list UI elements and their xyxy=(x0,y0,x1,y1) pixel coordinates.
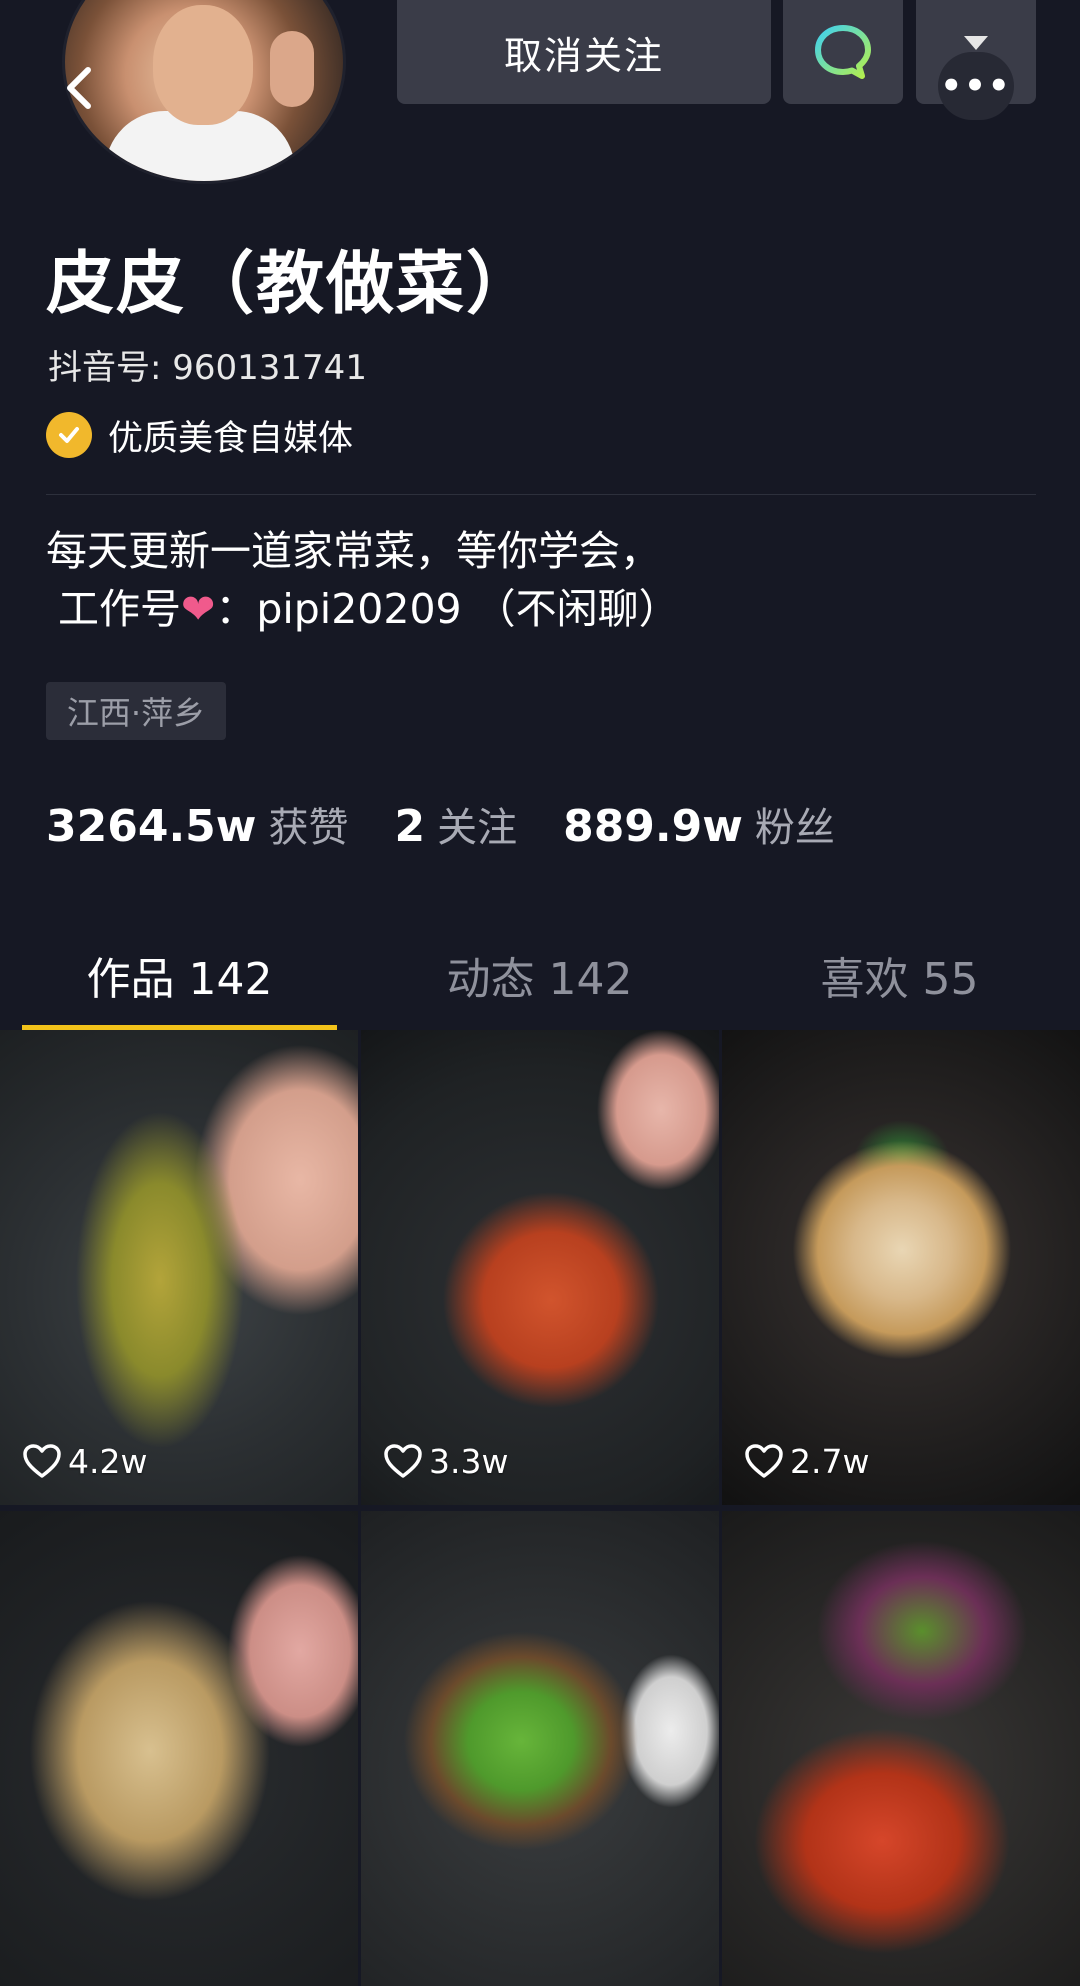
video-thumbnail xyxy=(361,1511,719,1986)
video-tile[interactable]: 4.2w xyxy=(0,1030,358,1505)
avatar-face xyxy=(153,5,253,125)
video-likes: 4.2w xyxy=(22,1439,147,1483)
douyin-id: 抖音号: 960131741 xyxy=(48,348,367,388)
video-thumbnail xyxy=(722,1030,1080,1505)
message-button[interactable] xyxy=(783,0,903,104)
bio-line-1: 每天更新一道家常菜，等你学会， xyxy=(46,527,661,575)
bio: 每天更新一道家常菜，等你学会， 工作号❤：pipi20209 （不闲聊） xyxy=(46,522,1036,638)
video-likes: 2.7w xyxy=(744,1439,869,1483)
back-arrow-icon xyxy=(67,67,91,109)
video-tile[interactable] xyxy=(722,1511,1080,1986)
video-thumbnail xyxy=(361,1030,719,1505)
profile-header: 取消关注 ••• xyxy=(0,0,1080,200)
video-likes-count: 4.2w xyxy=(68,1441,148,1481)
bio-work-prefix: 工作号 xyxy=(58,585,181,633)
bio-line-2: 工作号❤：pipi20209 （不闲聊） xyxy=(46,580,1036,638)
more-dots-icon: ••• xyxy=(938,52,1014,120)
video-tile[interactable] xyxy=(0,1511,358,1986)
heart-outline-icon xyxy=(745,1444,783,1478)
video-thumbnail xyxy=(722,1511,1080,1986)
video-tile[interactable]: 2.7w xyxy=(722,1030,1080,1505)
profile-name: 皮皮（教做菜） xyxy=(46,245,537,324)
stat-likes[interactable]: 3264.5w 获赞 xyxy=(46,795,348,853)
bio-work-suffix: ：pipi20209 （不闲聊） xyxy=(215,585,680,633)
verified-row: 优质美食自媒体 xyxy=(46,410,353,460)
heart-icon: ❤ xyxy=(181,585,216,633)
verified-label: 优质美食自媒体 xyxy=(108,418,354,459)
stat-following-label: 关注 xyxy=(437,805,518,851)
stat-likes-value: 3264.5w xyxy=(46,801,257,852)
tab-bar: 作品 142 动态 142 喜欢 55 xyxy=(0,935,1080,1032)
back-button[interactable] xyxy=(50,58,110,118)
heart-outline-icon xyxy=(384,1444,422,1478)
stat-followers-value: 889.9w xyxy=(563,801,743,852)
dropdown-triangle-icon xyxy=(964,36,988,50)
stat-followers-label: 粉丝 xyxy=(754,805,835,851)
video-grid: 4.2w 3.3w 2.7w xyxy=(0,1030,1080,1986)
location-tag: 江西·萍乡 xyxy=(46,682,226,740)
unfollow-button[interactable]: 取消关注 xyxy=(397,0,771,104)
video-tile[interactable]: 3.3w xyxy=(361,1030,719,1505)
stat-following-value: 2 xyxy=(394,801,426,852)
video-likes-count: 3.3w xyxy=(429,1441,509,1481)
video-tile[interactable] xyxy=(361,1511,719,1986)
tab-likes[interactable]: 喜欢 55 xyxy=(742,935,1057,1015)
stat-following[interactable]: 2 关注 xyxy=(394,795,517,853)
video-thumbnail xyxy=(0,1511,358,1986)
heart-outline-icon xyxy=(23,1444,61,1478)
avatar-thumb xyxy=(270,31,314,107)
video-thumbnail xyxy=(0,1030,358,1505)
tab-dynamics[interactable]: 动态 142 xyxy=(382,935,697,1015)
stats-row: 3264.5w 获赞 2 关注 889.9w 粉丝 xyxy=(46,795,881,855)
more-button[interactable]: ••• xyxy=(916,0,1036,120)
stat-followers[interactable]: 889.9w 粉丝 xyxy=(563,795,835,853)
video-likes-count: 2.7w xyxy=(790,1441,870,1481)
stat-likes-label: 获赞 xyxy=(268,805,349,851)
verified-check-icon xyxy=(46,412,92,458)
tab-works[interactable]: 作品 142 xyxy=(22,935,337,1015)
video-likes: 3.3w xyxy=(383,1439,508,1483)
chat-bubble-icon xyxy=(815,25,871,79)
divider xyxy=(46,494,1036,495)
